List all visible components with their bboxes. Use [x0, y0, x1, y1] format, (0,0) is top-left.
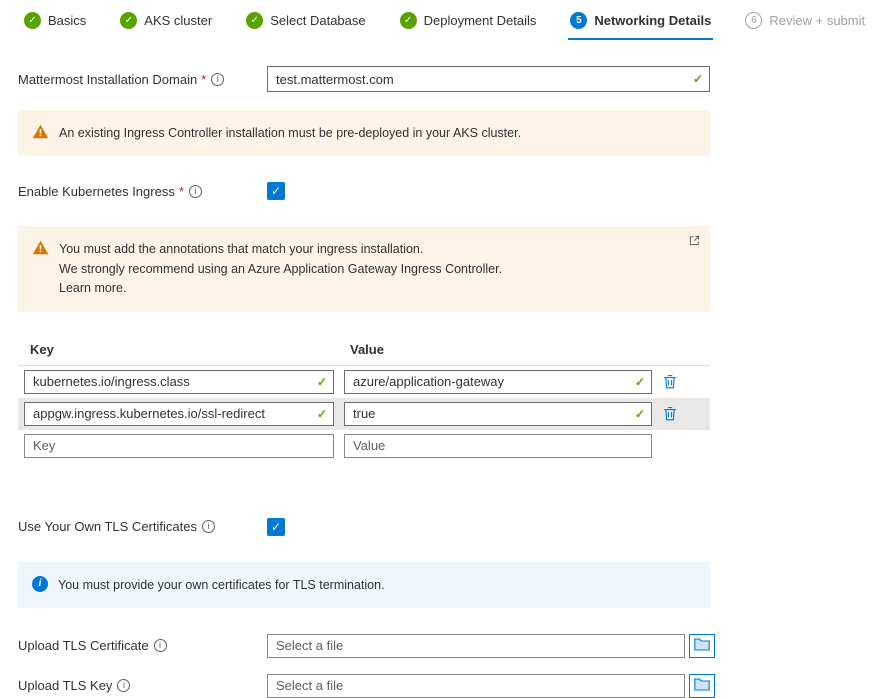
- annotations-warning-banner: You must add the annotations that match …: [18, 226, 710, 311]
- info-icon[interactable]: i: [211, 73, 224, 86]
- info-icon[interactable]: i: [202, 520, 215, 533]
- networking-details-form: Mattermost Installation Domain * i ✓ An …: [0, 40, 894, 698]
- step-label: Basics: [48, 13, 86, 28]
- upload-key-input[interactable]: [267, 674, 685, 698]
- ingress-warning-banner: An existing Ingress Controller installat…: [18, 110, 710, 156]
- banner-text: An existing Ingress Controller installat…: [59, 123, 521, 143]
- tls-certificates-row: Use Your Own TLS Certificates i ✓: [18, 518, 894, 536]
- checkbox-check-icon: ✓: [271, 184, 281, 198]
- step-complete-icon: ✓: [400, 12, 417, 29]
- key-column-header: Key: [30, 342, 350, 357]
- domain-field-row: Mattermost Installation Domain * i ✓: [18, 66, 894, 92]
- tls-label: Use Your Own TLS Certificates: [18, 519, 197, 534]
- step-label: AKS cluster: [144, 13, 212, 28]
- folder-icon: [694, 638, 710, 654]
- step-networking-details[interactable]: 5 Networking Details: [568, 12, 713, 40]
- tls-info-banner: i You must provide your own certificates…: [18, 562, 710, 608]
- upload-key-label: Upload TLS Key: [18, 678, 112, 693]
- upload-cert-label: Upload TLS Certificate: [18, 638, 149, 653]
- browse-file-button[interactable]: [689, 674, 715, 698]
- step-deployment-details[interactable]: ✓ Deployment Details: [398, 12, 539, 40]
- warning-icon: [32, 240, 49, 258]
- info-icon[interactable]: i: [117, 679, 130, 692]
- info-icon[interactable]: i: [154, 639, 167, 652]
- tls-checkbox[interactable]: ✓: [267, 518, 285, 536]
- annotation-value-input[interactable]: [344, 370, 652, 394]
- enable-ingress-row: Enable Kubernetes Ingress * i ✓: [18, 182, 894, 200]
- browse-file-button[interactable]: [689, 634, 715, 658]
- banner-text: You must provide your own certificates f…: [58, 575, 385, 595]
- step-complete-icon: ✓: [120, 12, 137, 29]
- annotations-table-header: Key Value: [18, 342, 710, 366]
- banner-text: You must add the annotations that match …: [59, 239, 502, 298]
- checkbox-check-icon: ✓: [271, 520, 281, 534]
- upload-key-row: Upload TLS Key i: [18, 674, 894, 698]
- annotation-key-input[interactable]: [24, 370, 334, 394]
- annotation-row-empty: [18, 430, 710, 462]
- upload-cert-row: Upload TLS Certificate i: [18, 634, 894, 658]
- step-review-submit: 6 Review + submit: [743, 12, 867, 40]
- enable-ingress-label: Enable Kubernetes Ingress: [18, 184, 175, 199]
- info-banner-icon: i: [32, 576, 48, 592]
- step-label: Networking Details: [594, 13, 711, 28]
- external-link-icon[interactable]: [689, 234, 700, 249]
- domain-input[interactable]: [267, 66, 710, 92]
- step-basics[interactable]: ✓ Basics: [22, 12, 88, 40]
- annotation-row-1: ✓ ✓: [18, 366, 710, 398]
- delete-row-button[interactable]: [663, 406, 677, 421]
- annotation-key-input[interactable]: [24, 402, 334, 426]
- folder-icon: [694, 678, 710, 694]
- annotation-value-input[interactable]: [344, 402, 652, 426]
- delete-row-button[interactable]: [663, 374, 677, 389]
- step-number-icon: 5: [570, 12, 587, 29]
- annotation-value-input-empty[interactable]: [344, 434, 652, 458]
- step-label: Review + submit: [769, 13, 865, 28]
- step-complete-icon: ✓: [24, 12, 41, 29]
- value-column-header: Value: [350, 342, 384, 357]
- wizard-step-bar: ✓ Basics ✓ AKS cluster ✓ Select Database…: [0, 0, 894, 40]
- info-icon[interactable]: i: [189, 185, 202, 198]
- banner-line: You must add the annotations that match …: [59, 240, 502, 259]
- enable-ingress-checkbox[interactable]: ✓: [267, 182, 285, 200]
- banner-line: We strongly recommend using an Azure App…: [59, 260, 502, 279]
- step-complete-icon: ✓: [246, 12, 263, 29]
- annotation-row-2: ✓ ✓: [18, 398, 710, 430]
- step-select-database[interactable]: ✓ Select Database: [244, 12, 367, 40]
- step-label: Select Database: [270, 13, 365, 28]
- annotations-table: Key Value ✓ ✓ ✓ ✓: [18, 342, 710, 462]
- annotation-key-input-empty[interactable]: [24, 434, 334, 458]
- upload-cert-input[interactable]: [267, 634, 685, 658]
- domain-label: Mattermost Installation Domain: [18, 72, 197, 87]
- required-asterisk: *: [179, 184, 184, 199]
- warning-icon: [32, 124, 49, 142]
- step-label: Deployment Details: [424, 13, 537, 28]
- required-asterisk: *: [201, 72, 206, 87]
- domain-input-wrap: ✓: [267, 66, 710, 92]
- step-number-icon: 6: [745, 12, 762, 29]
- step-aks-cluster[interactable]: ✓ AKS cluster: [118, 12, 214, 40]
- learn-more-link[interactable]: Learn more.: [59, 279, 502, 298]
